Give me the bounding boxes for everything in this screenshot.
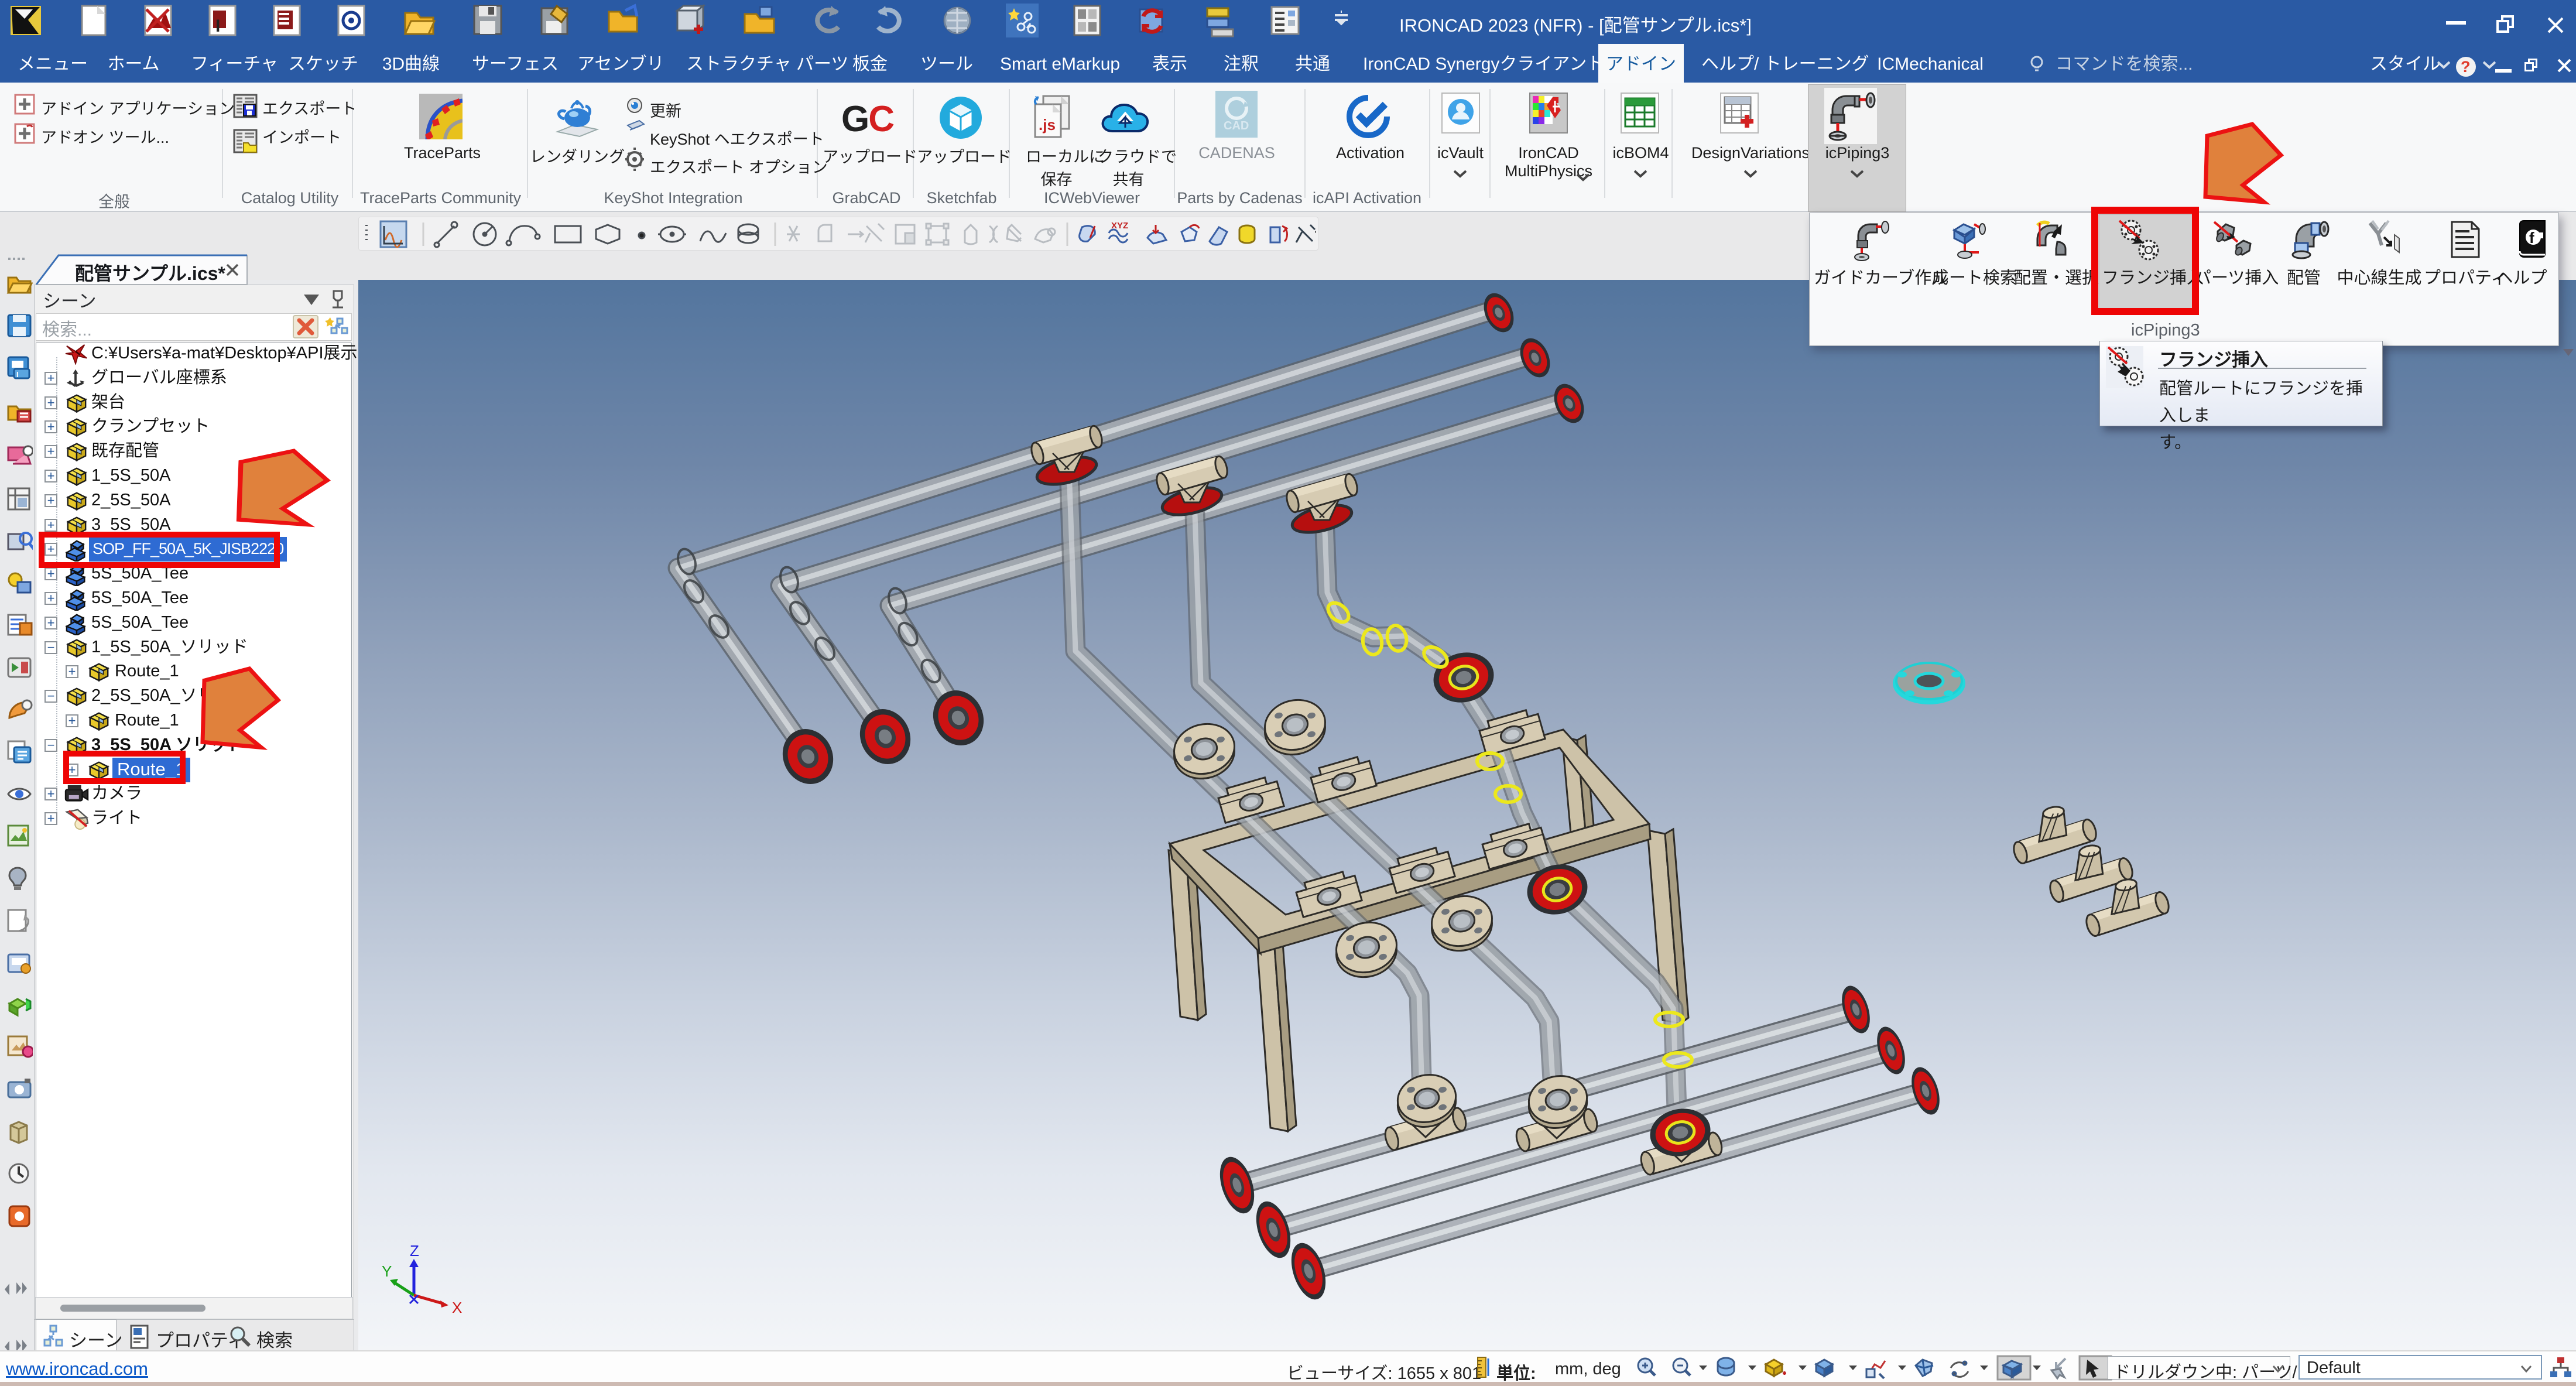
svg-text:Z: Z — [410, 1242, 419, 1260]
svg-text:.js: .js — [1039, 116, 1056, 134]
svg-text:Y: Y — [382, 1262, 392, 1280]
svg-text:CAD: CAD — [1224, 119, 1249, 132]
svg-text:I: I — [215, 16, 220, 36]
svg-text:XYZ: XYZ — [1111, 221, 1128, 231]
svg-text:I: I — [16, 370, 19, 379]
svg-text:?: ? — [2461, 58, 2471, 76]
svg-text:f: f — [2529, 229, 2534, 247]
svg-text:X: X — [452, 1299, 462, 1316]
